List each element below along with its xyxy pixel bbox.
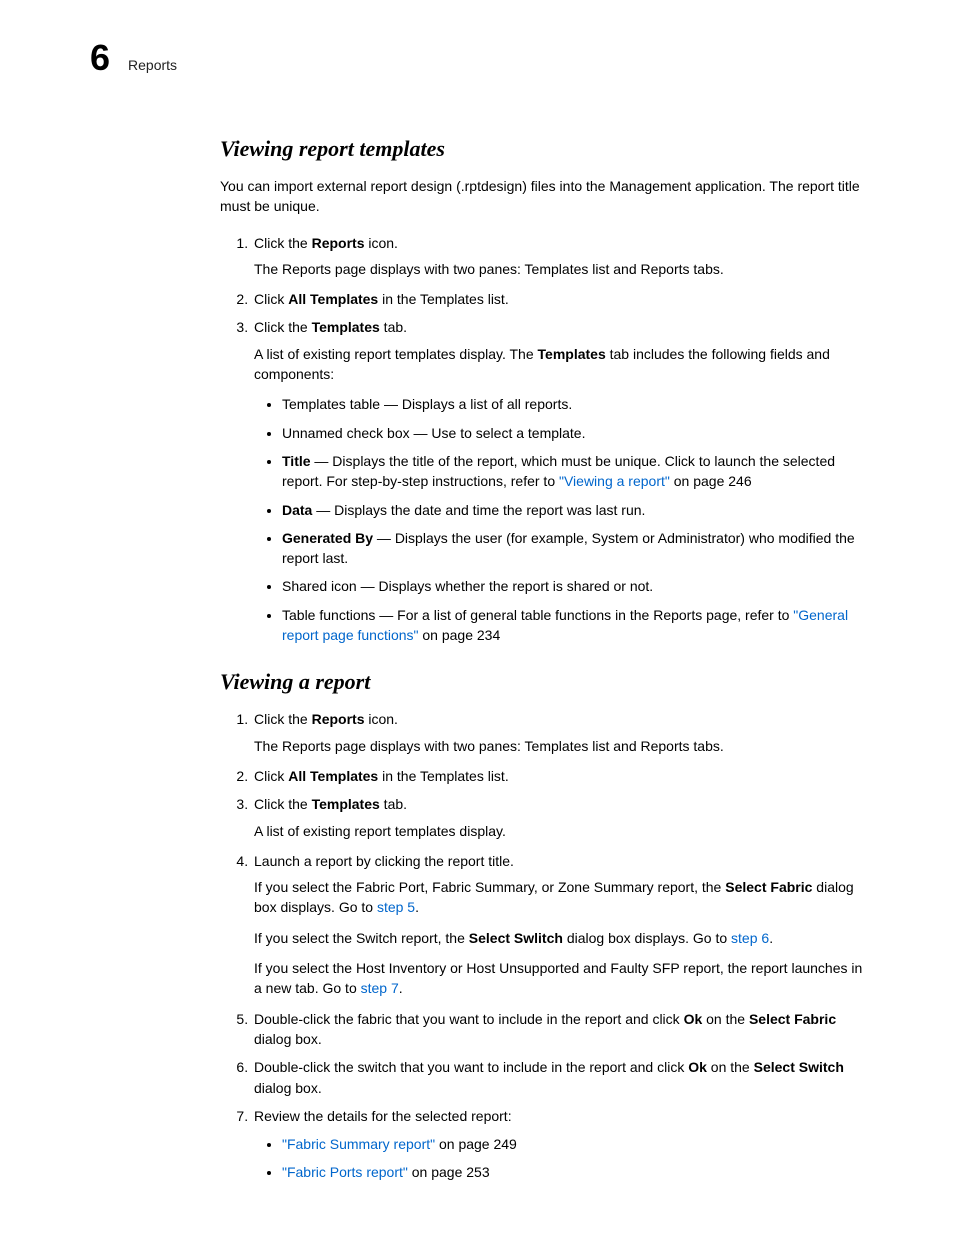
step-2: Click All Templates in the Templates lis… bbox=[252, 289, 864, 309]
step-text: Click the bbox=[254, 796, 312, 812]
link-fabric-summary-report[interactable]: "Fabric Summary report" bbox=[282, 1136, 435, 1152]
bullet-data: Data — Displays the date and time the re… bbox=[282, 500, 864, 520]
sub-text: A list of existing report templates disp… bbox=[254, 346, 538, 362]
link-step-5[interactable]: step 5 bbox=[377, 899, 415, 915]
bullet-text: on page 234 bbox=[419, 627, 501, 643]
step-text: Click the bbox=[254, 711, 312, 727]
step-text: Click bbox=[254, 768, 288, 784]
step-bold: Select Switch bbox=[754, 1059, 844, 1075]
bullet-bold: Title bbox=[282, 453, 311, 469]
step-sub: A list of existing report templates disp… bbox=[254, 344, 864, 385]
link-step-7[interactable]: step 7 bbox=[361, 980, 399, 996]
section-heading-viewing-a-report: Viewing a report bbox=[220, 669, 864, 695]
step-text: Click the bbox=[254, 235, 312, 251]
page-header: 6 Reports bbox=[90, 40, 864, 76]
bullet-text: on page 246 bbox=[670, 473, 752, 489]
step-text: on the bbox=[702, 1011, 749, 1027]
step-text: on the bbox=[707, 1059, 754, 1075]
step-bold: Ok bbox=[684, 1011, 703, 1027]
step-bold: All Templates bbox=[288, 768, 378, 784]
step-sub: If you select the Fabric Port, Fabric Su… bbox=[254, 877, 864, 918]
section-heading-viewing-report-templates: Viewing report templates bbox=[220, 136, 864, 162]
bullet-fabric-summary: "Fabric Summary report" on page 249 bbox=[282, 1134, 864, 1154]
link-viewing-a-report[interactable]: "Viewing a report" bbox=[559, 473, 670, 489]
sub-text: . bbox=[415, 899, 419, 915]
sub-text: If you select the Fabric Port, Fabric Su… bbox=[254, 879, 725, 895]
chapter-title: Reports bbox=[128, 57, 177, 73]
sub-text: . bbox=[769, 930, 773, 946]
sub-text: dialog box displays. Go to bbox=[563, 930, 731, 946]
page: 6 Reports Viewing report templates You c… bbox=[0, 0, 954, 1235]
step-6: Double-click the switch that you want to… bbox=[252, 1057, 864, 1098]
bullet-unnamed-checkbox: Unnamed check box — Use to select a temp… bbox=[282, 423, 864, 443]
step-1: Click the Reports icon. The Reports page… bbox=[252, 233, 864, 280]
step-3: Click the Templates tab. A list of exist… bbox=[252, 317, 864, 645]
sub-bold: Select Swlitch bbox=[469, 930, 563, 946]
step-sub: If you select the Switch report, the Sel… bbox=[254, 928, 864, 948]
content-body: Viewing report templates You can import … bbox=[220, 136, 864, 1183]
sub-text: . bbox=[399, 980, 403, 996]
bullet-table-functions: Table functions — For a list of general … bbox=[282, 605, 864, 646]
step-bold: Reports bbox=[312, 711, 365, 727]
intro-paragraph: You can import external report design (.… bbox=[220, 176, 864, 217]
bullet-bold: Generated By bbox=[282, 530, 373, 546]
bullet-fabric-ports: "Fabric Ports report" on page 253 bbox=[282, 1162, 864, 1182]
step-text: dialog box. bbox=[254, 1080, 322, 1096]
chapter-number: 6 bbox=[90, 40, 110, 76]
bullet-text: Table functions — For a list of general … bbox=[282, 607, 793, 623]
procedure-list-1: Click the Reports icon. The Reports page… bbox=[220, 233, 864, 646]
link-step-6[interactable]: step 6 bbox=[731, 930, 769, 946]
sub-bold: Select Fabric bbox=[725, 879, 812, 895]
step-5: Double-click the fabric that you want to… bbox=[252, 1009, 864, 1050]
bullet-templates-table: Templates table — Displays a list of all… bbox=[282, 394, 864, 414]
step-text: in the Templates list. bbox=[378, 768, 508, 784]
sub-bold: Templates bbox=[538, 346, 606, 362]
sub-text: If you select the Switch report, the bbox=[254, 930, 469, 946]
step-text: icon. bbox=[364, 235, 397, 251]
step-4: Launch a report by clicking the report t… bbox=[252, 851, 864, 999]
bullet-bold: Data bbox=[282, 502, 312, 518]
procedure-list-2: Click the Reports icon. The Reports page… bbox=[220, 709, 864, 1182]
step-1: Click the Reports icon. The Reports page… bbox=[252, 709, 864, 756]
bullet-title: Title — Displays the title of the report… bbox=[282, 451, 864, 492]
bullet-generated-by: Generated By — Displays the user (for ex… bbox=[282, 528, 864, 569]
step-text: Review the details for the selected repo… bbox=[254, 1108, 512, 1124]
step-text: Click the bbox=[254, 319, 312, 335]
step-text: Double-click the switch that you want to… bbox=[254, 1059, 688, 1075]
step-text: icon. bbox=[364, 711, 397, 727]
step-2: Click All Templates in the Templates lis… bbox=[252, 766, 864, 786]
sub-text: If you select the Host Inventory or Host… bbox=[254, 960, 862, 996]
step-text: tab. bbox=[380, 796, 407, 812]
bullet-shared-icon: Shared icon — Displays whether the repor… bbox=[282, 576, 864, 596]
step-sub: A list of existing report templates disp… bbox=[254, 821, 864, 841]
step-text: tab. bbox=[380, 319, 407, 335]
step-bold: Select Fabric bbox=[749, 1011, 836, 1027]
bullet-text: on page 253 bbox=[408, 1164, 490, 1180]
step-3: Click the Templates tab. A list of exist… bbox=[252, 794, 864, 841]
step-bold: Reports bbox=[312, 235, 365, 251]
step-bold: Ok bbox=[688, 1059, 707, 1075]
step-bold: All Templates bbox=[288, 291, 378, 307]
step-text: in the Templates list. bbox=[378, 291, 508, 307]
field-bullets: Templates table — Displays a list of all… bbox=[254, 394, 864, 645]
step-text: Click bbox=[254, 291, 288, 307]
step-sub: The Reports page displays with two panes… bbox=[254, 736, 864, 756]
step-bold: Templates bbox=[312, 796, 380, 812]
step-text: dialog box. bbox=[254, 1031, 322, 1047]
step-sub: The Reports page displays with two panes… bbox=[254, 259, 864, 279]
step-text: Double-click the fabric that you want to… bbox=[254, 1011, 684, 1027]
step-7: Review the details for the selected repo… bbox=[252, 1106, 864, 1183]
report-bullets: "Fabric Summary report" on page 249 "Fab… bbox=[254, 1134, 864, 1183]
bullet-text: — Displays the date and time the report … bbox=[312, 502, 645, 518]
step-sub: If you select the Host Inventory or Host… bbox=[254, 958, 864, 999]
step-text: Launch a report by clicking the report t… bbox=[254, 853, 514, 869]
link-fabric-ports-report[interactable]: "Fabric Ports report" bbox=[282, 1164, 408, 1180]
step-bold: Templates bbox=[312, 319, 380, 335]
bullet-text: on page 249 bbox=[435, 1136, 517, 1152]
